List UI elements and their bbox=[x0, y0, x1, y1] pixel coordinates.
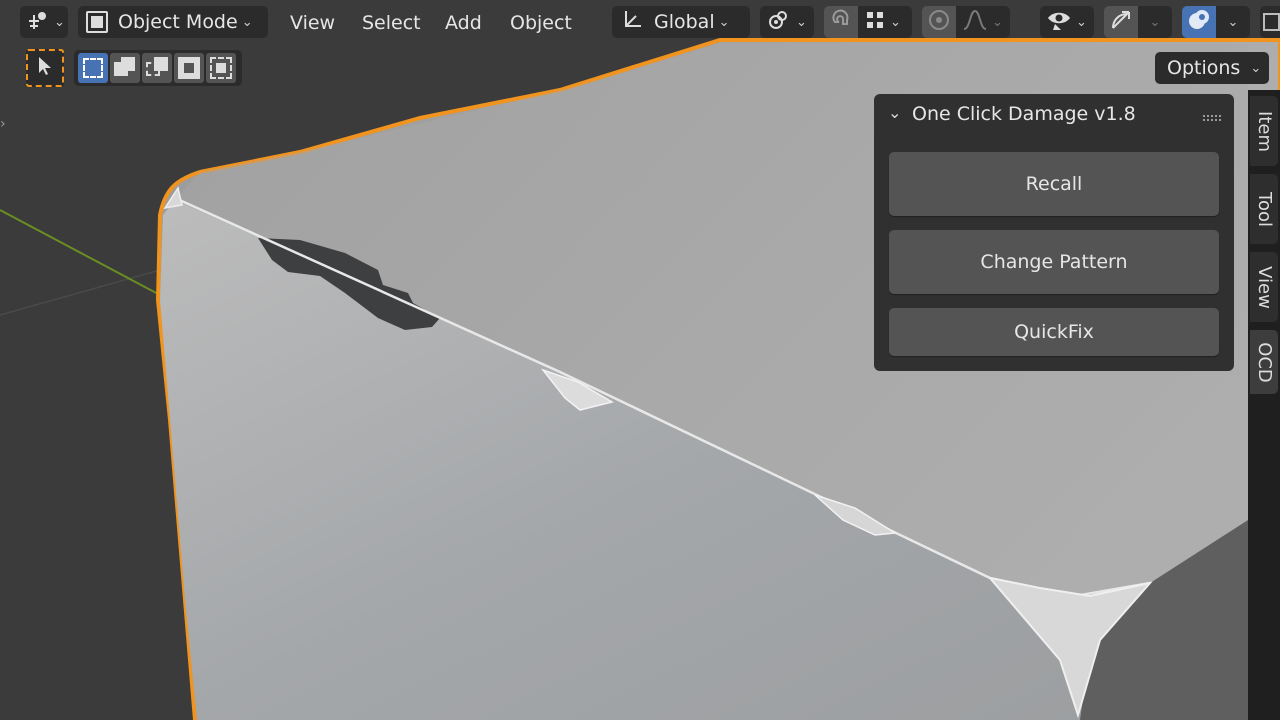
toolbar-expand-arrow[interactable]: › bbox=[0, 116, 12, 136]
transform-orientation-selector[interactable]: Global ⌄ bbox=[612, 6, 750, 38]
proportional-edit-toggle[interactable] bbox=[922, 6, 956, 38]
object-mode-icon bbox=[86, 11, 108, 33]
snap-magnet-icon bbox=[829, 8, 853, 37]
overlays-icon bbox=[1187, 8, 1211, 37]
editor-type-button[interactable]: ⌄ bbox=[20, 6, 68, 38]
gizmo-options[interactable]: ⌄ bbox=[1138, 6, 1172, 38]
editor-type-icon bbox=[26, 9, 50, 36]
snap-toggle[interactable] bbox=[824, 6, 858, 38]
options-dropdown[interactable]: Options ⌄ bbox=[1155, 52, 1269, 84]
gizmo-toggle[interactable] bbox=[1104, 6, 1138, 38]
chevron-down-icon: ⌄ bbox=[1149, 14, 1161, 30]
orientation-axes-icon bbox=[620, 8, 644, 37]
visibility-selector[interactable]: ⌄ bbox=[1040, 6, 1094, 38]
pivot-icon bbox=[766, 8, 792, 37]
quickfix-button[interactable]: QuickFix bbox=[889, 308, 1219, 356]
falloff-selector[interactable]: ⌄ bbox=[956, 6, 1010, 38]
panel-title: One Click Damage v1.8 bbox=[912, 103, 1136, 125]
overlays-toggle[interactable] bbox=[1182, 6, 1216, 38]
menu-view[interactable]: View bbox=[290, 8, 335, 38]
select-tool-button[interactable] bbox=[26, 49, 64, 87]
chevron-down-icon: ⌄ bbox=[1250, 60, 1262, 76]
select-new-button[interactable] bbox=[78, 53, 108, 83]
chevron-down-icon: ⌄ bbox=[888, 103, 902, 122]
options-label: Options bbox=[1167, 57, 1241, 79]
chevron-down-icon: ⌄ bbox=[241, 14, 253, 30]
select-invert-button[interactable] bbox=[174, 53, 204, 83]
menu-add[interactable]: Add bbox=[445, 8, 482, 38]
viewport-header: ⌄ Object Mode ⌄ View Select Add Object G… bbox=[0, 0, 1280, 46]
sidebar-tabs: Item Tool View OCD bbox=[1248, 90, 1280, 720]
tab-ocd[interactable]: OCD bbox=[1250, 330, 1278, 394]
menu-object[interactable]: Object bbox=[510, 8, 572, 38]
select-cursor-icon bbox=[35, 55, 55, 81]
mode-selector[interactable]: Object Mode ⌄ bbox=[78, 6, 268, 38]
tab-ocd-label: OCD bbox=[1253, 341, 1275, 383]
snap-target-selector[interactable]: ⌄ bbox=[858, 6, 912, 38]
chevron-down-icon: ⌄ bbox=[992, 14, 1003, 30]
orientation-label: Global bbox=[654, 11, 715, 33]
menu-select[interactable]: Select bbox=[362, 8, 421, 38]
change-pattern-button[interactable]: Change Pattern bbox=[889, 230, 1219, 294]
eye-icon bbox=[1046, 9, 1072, 36]
select-intersect-button[interactable] bbox=[206, 53, 236, 83]
snap-grid-icon bbox=[864, 9, 886, 36]
proportional-edit-icon bbox=[927, 8, 951, 37]
tab-view[interactable]: View bbox=[1250, 252, 1278, 322]
chevron-down-icon: ⌄ bbox=[54, 14, 65, 30]
select-extend-button[interactable] bbox=[110, 53, 140, 83]
gizmo-icon bbox=[1109, 8, 1133, 37]
falloff-curve-icon bbox=[962, 9, 988, 36]
recall-button[interactable]: Recall bbox=[889, 152, 1219, 216]
xray-toggle[interactable] bbox=[1260, 6, 1280, 38]
tab-item-label: Item bbox=[1253, 110, 1275, 152]
select-new-icon bbox=[83, 58, 103, 78]
panel-header[interactable]: ⌄ One Click Damage v1.8 bbox=[874, 94, 1234, 136]
tab-tool-label: Tool bbox=[1253, 191, 1275, 227]
tab-view-label: View bbox=[1253, 265, 1275, 309]
drag-grip-icon[interactable] bbox=[1203, 108, 1223, 127]
pivot-point-selector[interactable]: ⌄ bbox=[760, 6, 814, 38]
select-subtract-button[interactable] bbox=[142, 53, 172, 83]
chevron-down-icon: ⌄ bbox=[890, 14, 901, 30]
overlays-options[interactable]: ⌄ bbox=[1216, 6, 1250, 38]
xray-icon bbox=[1263, 13, 1280, 31]
chevron-down-icon: ⌄ bbox=[718, 14, 730, 30]
one-click-damage-panel: ⌄ One Click Damage v1.8 Recall Change Pa… bbox=[874, 94, 1234, 371]
tab-item[interactable]: Item bbox=[1250, 96, 1278, 166]
chevron-down-icon: ⌄ bbox=[1076, 14, 1087, 30]
mode-label: Object Mode bbox=[118, 11, 238, 33]
tab-tool[interactable]: Tool bbox=[1250, 174, 1278, 244]
chevron-down-icon: ⌄ bbox=[796, 14, 807, 30]
chevron-down-icon: ⌄ bbox=[1227, 14, 1239, 30]
